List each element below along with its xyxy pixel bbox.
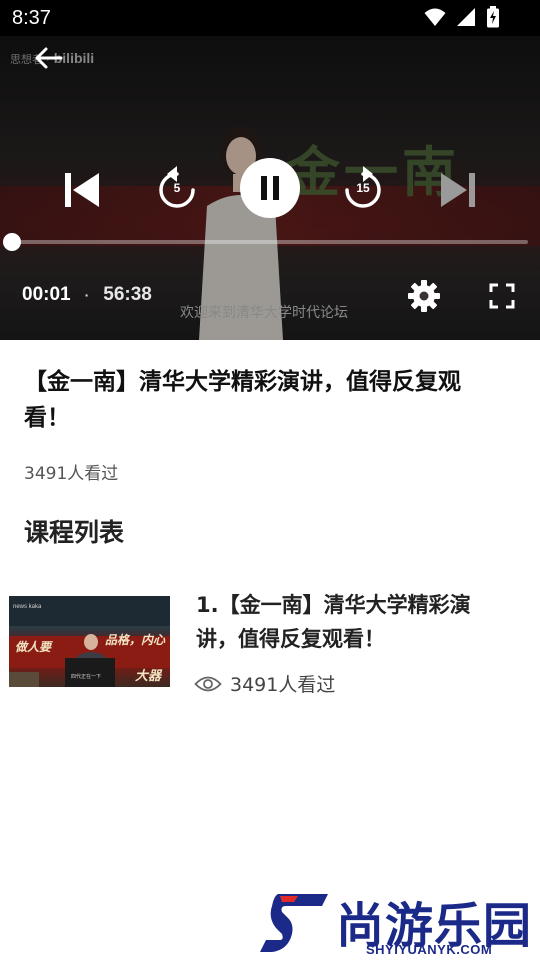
fullscreen-button[interactable] <box>482 276 522 316</box>
settings-button[interactable] <box>404 276 444 316</box>
eye-icon <box>194 676 222 691</box>
course-item-title[interactable]: 1.【金一南】清华大学精彩演讲，值得反复观看！ <box>196 588 506 656</box>
course-thumbnail[interactable]: news kaka 做人要 品格，内心 大器 四代正在一下 <box>9 596 170 687</box>
forward-button[interactable]: 15 <box>336 160 390 216</box>
video-views: 3491人看过 <box>24 464 119 484</box>
pause-button[interactable] <box>240 158 300 218</box>
svg-text:news kaka: news kaka <box>13 604 42 610</box>
site-domain: SHYIYUANYK.COM <box>366 942 493 957</box>
course-item-views-text: 3491人看过 <box>230 674 336 696</box>
thumbnail-text-3: 大器 <box>135 668 163 684</box>
signal-icon <box>457 8 475 26</box>
status-time: 8:37 <box>12 7 51 29</box>
skip-next-icon <box>441 173 475 207</box>
rewind-button[interactable]: 5 <box>150 160 204 216</box>
site-watermark-logo: 尚游乐园 SHYIYUANYK.COM <box>258 886 540 960</box>
thumbnail-text-2: 品格，内心 <box>105 633 166 647</box>
back-button[interactable] <box>30 42 66 74</box>
course-item-views: 3491人看过 <box>194 670 335 697</box>
time-display: 00:01 · 56:38 <box>22 284 152 306</box>
svg-text:四代正在一下: 四代正在一下 <box>71 673 101 680</box>
progress-bar[interactable] <box>3 233 528 251</box>
course-list-item[interactable]: news kaka 做人要 品格，内心 大器 四代正在一下 1.【金一南】清华大… <box>0 588 540 698</box>
video-player[interactable]: 金一南 思想者 · bilibili 欢迎来到清华大学时代论坛 5 15 00:… <box>0 36 540 340</box>
next-button[interactable] <box>434 168 482 212</box>
time-separator: · <box>84 287 90 303</box>
previous-button[interactable] <box>58 168 106 212</box>
fullscreen-icon <box>489 283 515 309</box>
current-time: 00:01 <box>22 284 71 305</box>
pause-icon <box>261 176 279 200</box>
video-title: 【金一南】清华大学精彩演讲，值得反复观看！ <box>24 369 461 431</box>
gear-icon <box>408 280 440 312</box>
thumbnail-scene: news kaka 做人要 品格，内心 大器 四代正在一下 <box>9 596 170 687</box>
skip-previous-icon <box>65 173 99 207</box>
total-time: 56:38 <box>103 284 152 305</box>
wifi-icon <box>424 8 446 26</box>
status-icons <box>424 6 500 28</box>
battery-icon <box>487 6 499 28</box>
forward-seconds: 15 <box>356 181 370 195</box>
course-list-heading: 课程列表 <box>24 518 125 547</box>
status-bar: 8:37 <box>0 0 540 36</box>
arrow-left-icon <box>35 47 63 69</box>
thumbnail-text-1: 做人要 <box>15 640 53 654</box>
rewind-seconds: 5 <box>173 181 181 195</box>
logo-s-icon <box>260 894 328 952</box>
